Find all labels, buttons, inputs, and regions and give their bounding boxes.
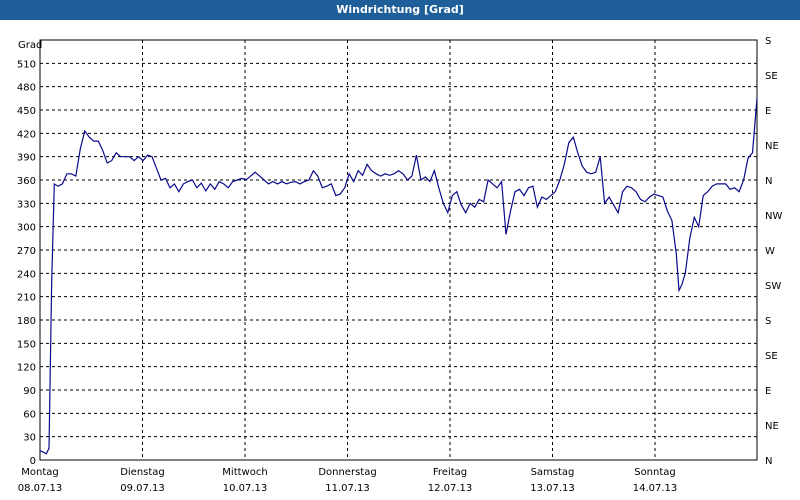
y-tick-label: 60	[23, 409, 36, 420]
right-tick-label: E	[765, 106, 771, 117]
right-tick-label: SW	[765, 281, 781, 292]
x-tick-date: 12.07.13	[428, 483, 473, 494]
y-tick-label: 270	[17, 246, 36, 257]
series-line	[39, 98, 758, 455]
x-tick-day: Samstag	[531, 467, 575, 478]
x-tick-date: 10.07.13	[223, 483, 268, 494]
right-tick-label: SE	[765, 71, 778, 82]
right-tick-label: E	[765, 386, 771, 397]
grid	[40, 40, 757, 460]
x-tick-date: 11.07.13	[325, 483, 370, 494]
x-tick-date: 08.07.13	[18, 483, 63, 494]
right-tick-label: W	[765, 246, 775, 257]
y-tick-label: 0	[30, 456, 36, 467]
x-tick-day: Donnerstag	[318, 467, 376, 478]
y-tick-label: 120	[17, 363, 36, 374]
x-tick-date: 14.07.13	[633, 483, 678, 494]
right-tick-label: NW	[765, 211, 782, 222]
x-axis-ticks: Montag 08.07.13 Dienstag 09.07.13 Mittwoch 10…	[18, 467, 678, 494]
y-tick-label: 30	[23, 433, 36, 444]
y-tick-label: 420	[17, 129, 36, 140]
right-tick-label: S	[765, 316, 771, 327]
right-tick-label: N	[765, 176, 772, 187]
y-tick-label: 390	[17, 153, 36, 164]
y-axis-label: Grad	[18, 40, 42, 51]
x-tick-day: Dienstag	[120, 467, 165, 478]
series-group	[39, 98, 758, 455]
x-tick-day: Montag	[21, 467, 58, 478]
x-tick-day: Freitag	[433, 467, 467, 478]
x-tick-day: Mittwoch	[222, 467, 267, 478]
plot-frame	[39, 39, 758, 461]
right-tick-label: S	[765, 36, 771, 47]
y-tick-label: 240	[17, 269, 36, 280]
y-tick-label: 300	[17, 223, 36, 234]
y-tick-label: 180	[17, 316, 36, 327]
right-tick-label: N	[765, 456, 772, 467]
y-tick-label: 450	[17, 106, 36, 117]
y-axis-ticks: 0 30 60 90 120 150 180 210 240 270 300 330 360 390 420…	[17, 59, 36, 467]
y-tick-label: 510	[17, 59, 36, 70]
y-tick-label: 480	[17, 83, 36, 94]
x-tick-date: 09.07.13	[120, 483, 165, 494]
y-tick-label: 360	[17, 176, 36, 187]
right-tick-label: SE	[765, 351, 778, 362]
chart-title: Windrichtung [Grad]	[0, 0, 800, 20]
right-axis-ticks: N NE E SE S SW W NW N NE E SE S	[765, 36, 782, 467]
x-tick-day: Sonntag	[634, 467, 676, 478]
y-tick-label: 90	[23, 386, 36, 397]
wind-direction-chart: 0 30 60 90 120 150 180 210 240 270 300 330 360 390 420…	[17, 36, 783, 494]
right-tick-label: NE	[765, 141, 779, 152]
y-tick-label: 150	[17, 339, 36, 350]
y-tick-label: 330	[17, 199, 36, 210]
y-tick-label: 210	[17, 293, 36, 304]
right-tick-label: NE	[765, 421, 779, 432]
x-tick-date: 13.07.13	[530, 483, 575, 494]
